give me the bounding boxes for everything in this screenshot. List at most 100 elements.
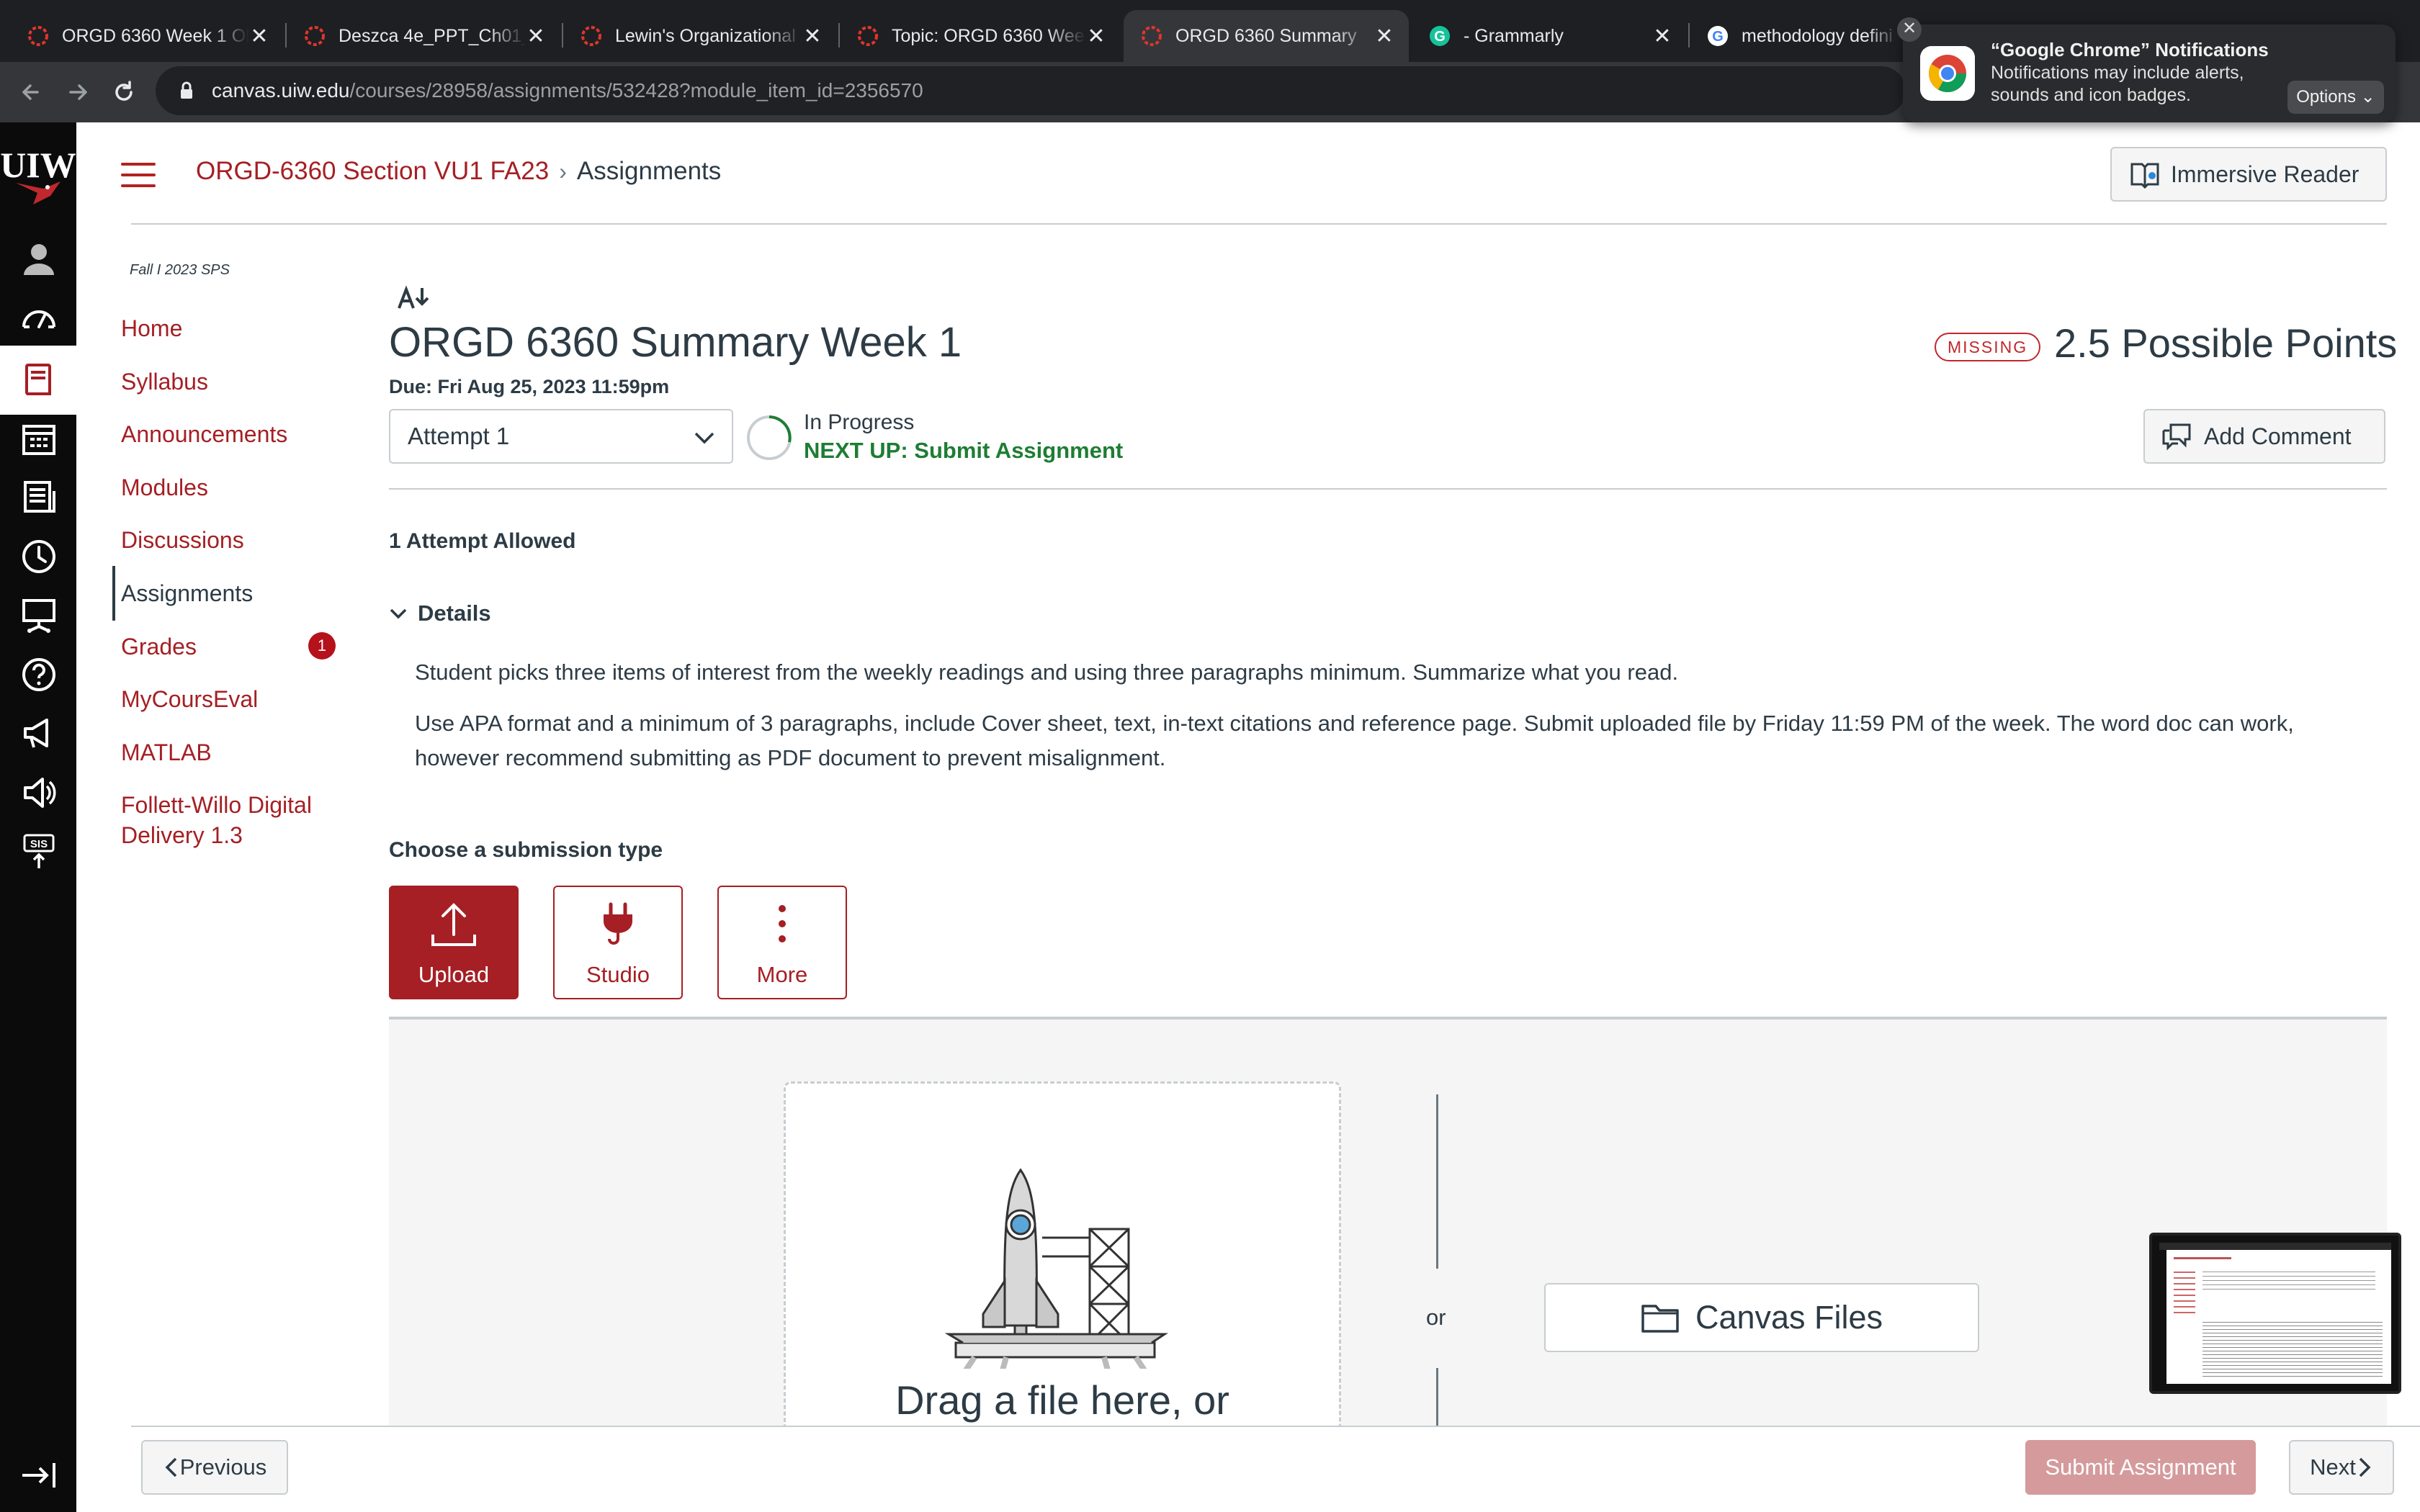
browser-tab[interactable]: ORGD 6360 Week 1 Ob ✕: [10, 10, 284, 62]
browser-tab[interactable]: Topic: ORGD 6360 Wee ✕: [840, 10, 1121, 62]
next-label: Next: [2310, 1454, 2356, 1480]
text-size-icon[interactable]: [398, 285, 431, 311]
help-icon[interactable]: [19, 655, 58, 694]
history-clock-icon[interactable]: [19, 537, 58, 576]
canvas-icon: [1142, 26, 1162, 46]
tab-close-icon[interactable]: ✕: [249, 24, 269, 49]
chrome-notification[interactable]: ✕ “Google Chrome” Notifications Notifica…: [1897, 17, 2396, 122]
dashboard-icon[interactable]: [19, 298, 58, 337]
sis-icon[interactable]: SIS: [19, 832, 58, 871]
more-type-label: More: [756, 962, 808, 987]
drag-file-text: Drag a file here, or: [895, 1377, 1229, 1423]
footer-divider: [131, 1426, 2420, 1427]
canvas-files-button[interactable]: Canvas Files: [1544, 1283, 1979, 1352]
course-nav-announcements[interactable]: Announcements: [121, 419, 287, 449]
notification-options-button[interactable]: Options ⌄: [2287, 81, 2384, 114]
browser-tab[interactable]: Lewin's Organizational ✕: [563, 10, 837, 62]
breadcrumb-course-link[interactable]: ORGD-6360 Section VU1 FA23: [196, 157, 549, 186]
breadcrumb: ORGD-6360 Section VU1 FA23 › Assignments: [196, 157, 721, 186]
tab-close-icon[interactable]: ✕: [802, 24, 823, 49]
course-nav-assignments[interactable]: Assignments: [121, 578, 253, 608]
tab-close-icon[interactable]: ✕: [1086, 24, 1106, 49]
url-host: canvas.uiw.edu: [212, 79, 350, 102]
section-divider: [389, 488, 2387, 490]
attempts-allowed: 1 Attempt Allowed: [389, 529, 576, 553]
forward-arrow-icon[interactable]: [62, 76, 94, 108]
calendar-icon[interactable]: [19, 419, 58, 458]
immersive-reader-label: Immersive Reader: [2171, 161, 2360, 187]
course-nav-mycourseval[interactable]: MyCoursEval: [121, 684, 258, 714]
reload-icon[interactable]: [108, 76, 140, 108]
course-nav-matlab[interactable]: MATLAB: [121, 737, 212, 768]
course-nav-modules[interactable]: Modules: [121, 472, 208, 503]
rocket-illustration-icon: [944, 1168, 1168, 1369]
breadcrumb-separator: ›: [559, 158, 567, 184]
or-divider-bottom: [1436, 1368, 1438, 1427]
or-label: or: [1426, 1305, 1446, 1330]
details-paragraph-2-line-2: however recommend submitting as PDF docu…: [415, 745, 1166, 770]
details-paragraph-2-line-1: Use APA format and a minimum of 3 paragr…: [415, 711, 2294, 736]
grammarly-icon: G: [1430, 26, 1450, 46]
account-icon[interactable]: [19, 239, 58, 278]
attempt-select[interactable]: Attempt 1: [389, 409, 733, 464]
browser-tab[interactable]: Deszca 4e_PPT_Ch01_ ✕: [287, 10, 560, 62]
immersive-reader-button[interactable]: Immersive Reader: [2110, 147, 2387, 202]
next-button[interactable]: Next: [2289, 1440, 2394, 1495]
tab-title: methodology defini: [1742, 25, 1893, 46]
add-comment-button[interactable]: Add Comment: [2143, 409, 2385, 464]
megaphone-icon[interactable]: [19, 714, 58, 753]
courses-nav-item[interactable]: [0, 346, 76, 415]
missing-badge: MISSING: [1935, 333, 2041, 361]
course-nav-syllabus[interactable]: Syllabus: [121, 366, 208, 397]
hamburger-menu-icon[interactable]: [121, 163, 156, 187]
submit-assignment-button[interactable]: Submit Assignment: [2025, 1440, 2256, 1495]
tab-title: - Grammarly: [1464, 25, 1564, 46]
back-arrow-icon[interactable]: [16, 76, 48, 108]
assignment-title: ORGD 6360 Summary Week 1: [389, 319, 962, 366]
inbox-icon[interactable]: [19, 478, 58, 517]
details-label: Details: [418, 600, 491, 626]
browser-tab-active[interactable]: ORGD 6360 Summary ✕: [1124, 10, 1409, 62]
chevron-left-icon: [165, 1457, 176, 1477]
url-path: /courses/28958/assignments/532428?module…: [349, 79, 923, 102]
course-nav-home[interactable]: Home: [121, 313, 182, 343]
notification-body: Notifications may include alerts, sounds…: [1991, 63, 2244, 105]
chevron-down-icon: [694, 432, 714, 444]
address-bar[interactable]: canvas.uiw.edu/courses/28958/assignments…: [156, 66, 1906, 115]
previous-button[interactable]: Previous: [141, 1440, 288, 1495]
progress-ring-icon: [747, 415, 792, 460]
notification-close-icon[interactable]: ✕: [1897, 17, 1922, 42]
tab-close-icon[interactable]: ✕: [1374, 24, 1394, 49]
details-paragraph-1: Student picks three items of interest fr…: [415, 660, 1679, 685]
details-toggle[interactable]: Details: [389, 600, 491, 626]
uiw-logo[interactable]: UIW: [0, 135, 76, 215]
more-type-button[interactable]: More: [717, 886, 847, 999]
upload-type-button[interactable]: Upload: [389, 886, 519, 999]
tab-close-icon[interactable]: ✕: [526, 24, 546, 49]
svg-text:SIS: SIS: [30, 838, 48, 850]
file-drop-zone[interactable]: [784, 1081, 1341, 1427]
thumbnail-preview: [2159, 1243, 2391, 1384]
studio-type-button[interactable]: Studio: [553, 886, 683, 999]
due-date: Due: Fri Aug 25, 2023 11:59pm: [389, 376, 670, 397]
screenshot-thumbnail[interactable]: [2149, 1233, 2401, 1394]
comment-icon: [2162, 423, 2191, 451]
breadcrumb-current: Assignments: [576, 157, 722, 185]
course-nav-grades[interactable]: Grades: [121, 631, 197, 662]
upload-icon: [431, 903, 476, 946]
collapse-nav-icon[interactable]: [19, 1456, 58, 1495]
canvas-icon: [858, 26, 878, 46]
speaker-icon[interactable]: [19, 773, 58, 812]
commons-icon[interactable]: [19, 596, 58, 635]
browser-tab[interactable]: G methodology defini: [1690, 10, 1899, 62]
plug-icon: [604, 902, 632, 945]
course-nav-discussions[interactable]: Discussions: [121, 525, 244, 555]
grades-badge: 1: [308, 632, 336, 660]
browser-tab[interactable]: G - Grammarly ✕: [1412, 10, 1687, 62]
course-nav-follett-line1[interactable]: Follett-Willo Digital: [121, 790, 312, 820]
tab-title: Lewin's Organizational: [615, 25, 796, 46]
svg-text:UIW: UIW: [0, 145, 76, 185]
tab-close-icon[interactable]: ✕: [1652, 24, 1672, 49]
course-nav-follett-line2[interactable]: Delivery 1.3: [121, 820, 243, 850]
global-navigation: UIW SIS: [0, 122, 76, 1512]
